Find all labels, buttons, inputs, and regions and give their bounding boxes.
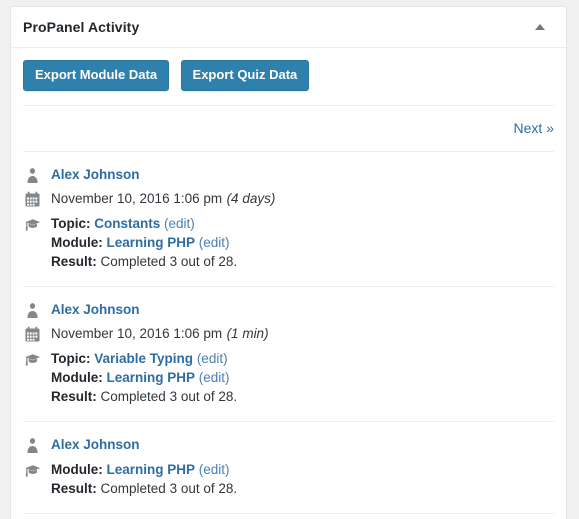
export-quiz-data-button[interactable]: Export Quiz Data <box>180 60 310 91</box>
module-edit-link[interactable]: (edit) <box>199 235 230 250</box>
page-root: ProPanel Activity Export Module Data Exp… <box>0 0 579 519</box>
result-value: Completed 3 out of 28. <box>100 389 238 404</box>
activity-detail-row: Topic: Constants (edit) Module: Learning… <box>23 214 554 271</box>
activity-topic-line: Topic: Variable Typing (edit) <box>51 349 554 368</box>
topic-edit-link[interactable]: (edit) <box>197 351 228 366</box>
result-label: Result: <box>51 254 97 269</box>
pagination: Next » <box>23 106 554 151</box>
result-value: Completed 3 out of 28. <box>100 481 238 496</box>
panel-body: Export Module Data Export Quiz Data Next… <box>11 48 566 519</box>
activity-item: Alex Johnson November 10, 2016 1:06 pm (… <box>23 152 554 286</box>
topic-label: Topic: <box>51 216 91 231</box>
propanel-activity-panel: ProPanel Activity Export Module Data Exp… <box>10 6 567 519</box>
module-label: Module: <box>51 235 103 250</box>
activity-user-link[interactable]: Alex Johnson <box>51 302 140 317</box>
result-label: Result: <box>51 481 97 496</box>
activity-user-link[interactable]: Alex Johnson <box>51 437 140 452</box>
calendar-icon <box>24 191 41 208</box>
page-title: ProPanel Activity <box>23 19 140 35</box>
module-label: Module: <box>51 462 103 477</box>
result-label: Result: <box>51 389 97 404</box>
activity-item: Alex Johnson November 10, 2016 1:06 pm (… <box>23 287 554 421</box>
export-button-row: Export Module Data Export Quiz Data <box>23 48 554 105</box>
activity-date-relative: (4 days) <box>226 191 276 206</box>
module-edit-link[interactable]: (edit) <box>199 462 230 477</box>
activity-date: November 10, 2016 1:06 pm <box>51 326 223 341</box>
topic-link[interactable]: Constants <box>94 216 160 231</box>
panel-header: ProPanel Activity <box>11 7 566 48</box>
topic-edit-link[interactable]: (edit) <box>164 216 195 231</box>
topic-link[interactable]: Variable Typing <box>94 351 193 366</box>
module-link[interactable]: Learning PHP <box>107 462 196 477</box>
activity-module-line: Module: Learning PHP (edit) <box>51 368 554 387</box>
activity-date-row: November 10, 2016 1:06 pm (4 days) <box>23 190 554 208</box>
activity-user-row: Alex Johnson <box>23 436 554 454</box>
activity-date-row: November 10, 2016 1:06 pm (1 min) <box>23 325 554 343</box>
activity-detail-row: Topic: Variable Typing (edit) Module: Le… <box>23 349 554 406</box>
activity-result-line: Result: Completed 3 out of 28. <box>51 252 554 271</box>
activity-item: Alex Johnson Module: Learning PHP (edit) <box>23 422 554 513</box>
user-icon <box>24 302 41 319</box>
graduation-cap-icon <box>24 350 41 367</box>
activity-result-line: Result: Completed 3 out of 28. <box>51 387 554 406</box>
graduation-cap-icon <box>24 461 41 478</box>
result-value: Completed 3 out of 28. <box>100 254 238 269</box>
activity-result-line: Result: Completed 3 out of 28. <box>51 479 554 498</box>
module-edit-link[interactable]: (edit) <box>199 370 230 385</box>
user-icon <box>24 437 41 454</box>
activity-detail-row: Module: Learning PHP (edit) Result: Comp… <box>23 460 554 498</box>
export-module-data-button[interactable]: Export Module Data <box>23 60 170 91</box>
activity-date-relative: (1 min) <box>226 326 269 341</box>
graduation-cap-icon <box>24 215 41 232</box>
next-page-link[interactable]: Next » <box>514 120 554 136</box>
activity-user-row: Alex Johnson <box>23 166 554 184</box>
activity-user-link[interactable]: Alex Johnson <box>51 167 140 182</box>
activity-user-row: Alex Johnson <box>23 301 554 319</box>
user-icon <box>24 167 41 184</box>
panel-collapse-toggle-button[interactable] <box>522 7 558 47</box>
module-link[interactable]: Learning PHP <box>107 370 196 385</box>
module-link[interactable]: Learning PHP <box>107 235 196 250</box>
activity-topic-line: Topic: Constants (edit) <box>51 214 554 233</box>
module-label: Module: <box>51 370 103 385</box>
divider <box>23 513 554 514</box>
calendar-icon <box>24 326 41 343</box>
topic-label: Topic: <box>51 351 91 366</box>
activity-date: November 10, 2016 1:06 pm <box>51 191 223 206</box>
activity-module-line: Module: Learning PHP (edit) <box>51 460 554 479</box>
activity-module-line: Module: Learning PHP (edit) <box>51 233 554 252</box>
triangle-up-icon <box>535 24 545 30</box>
